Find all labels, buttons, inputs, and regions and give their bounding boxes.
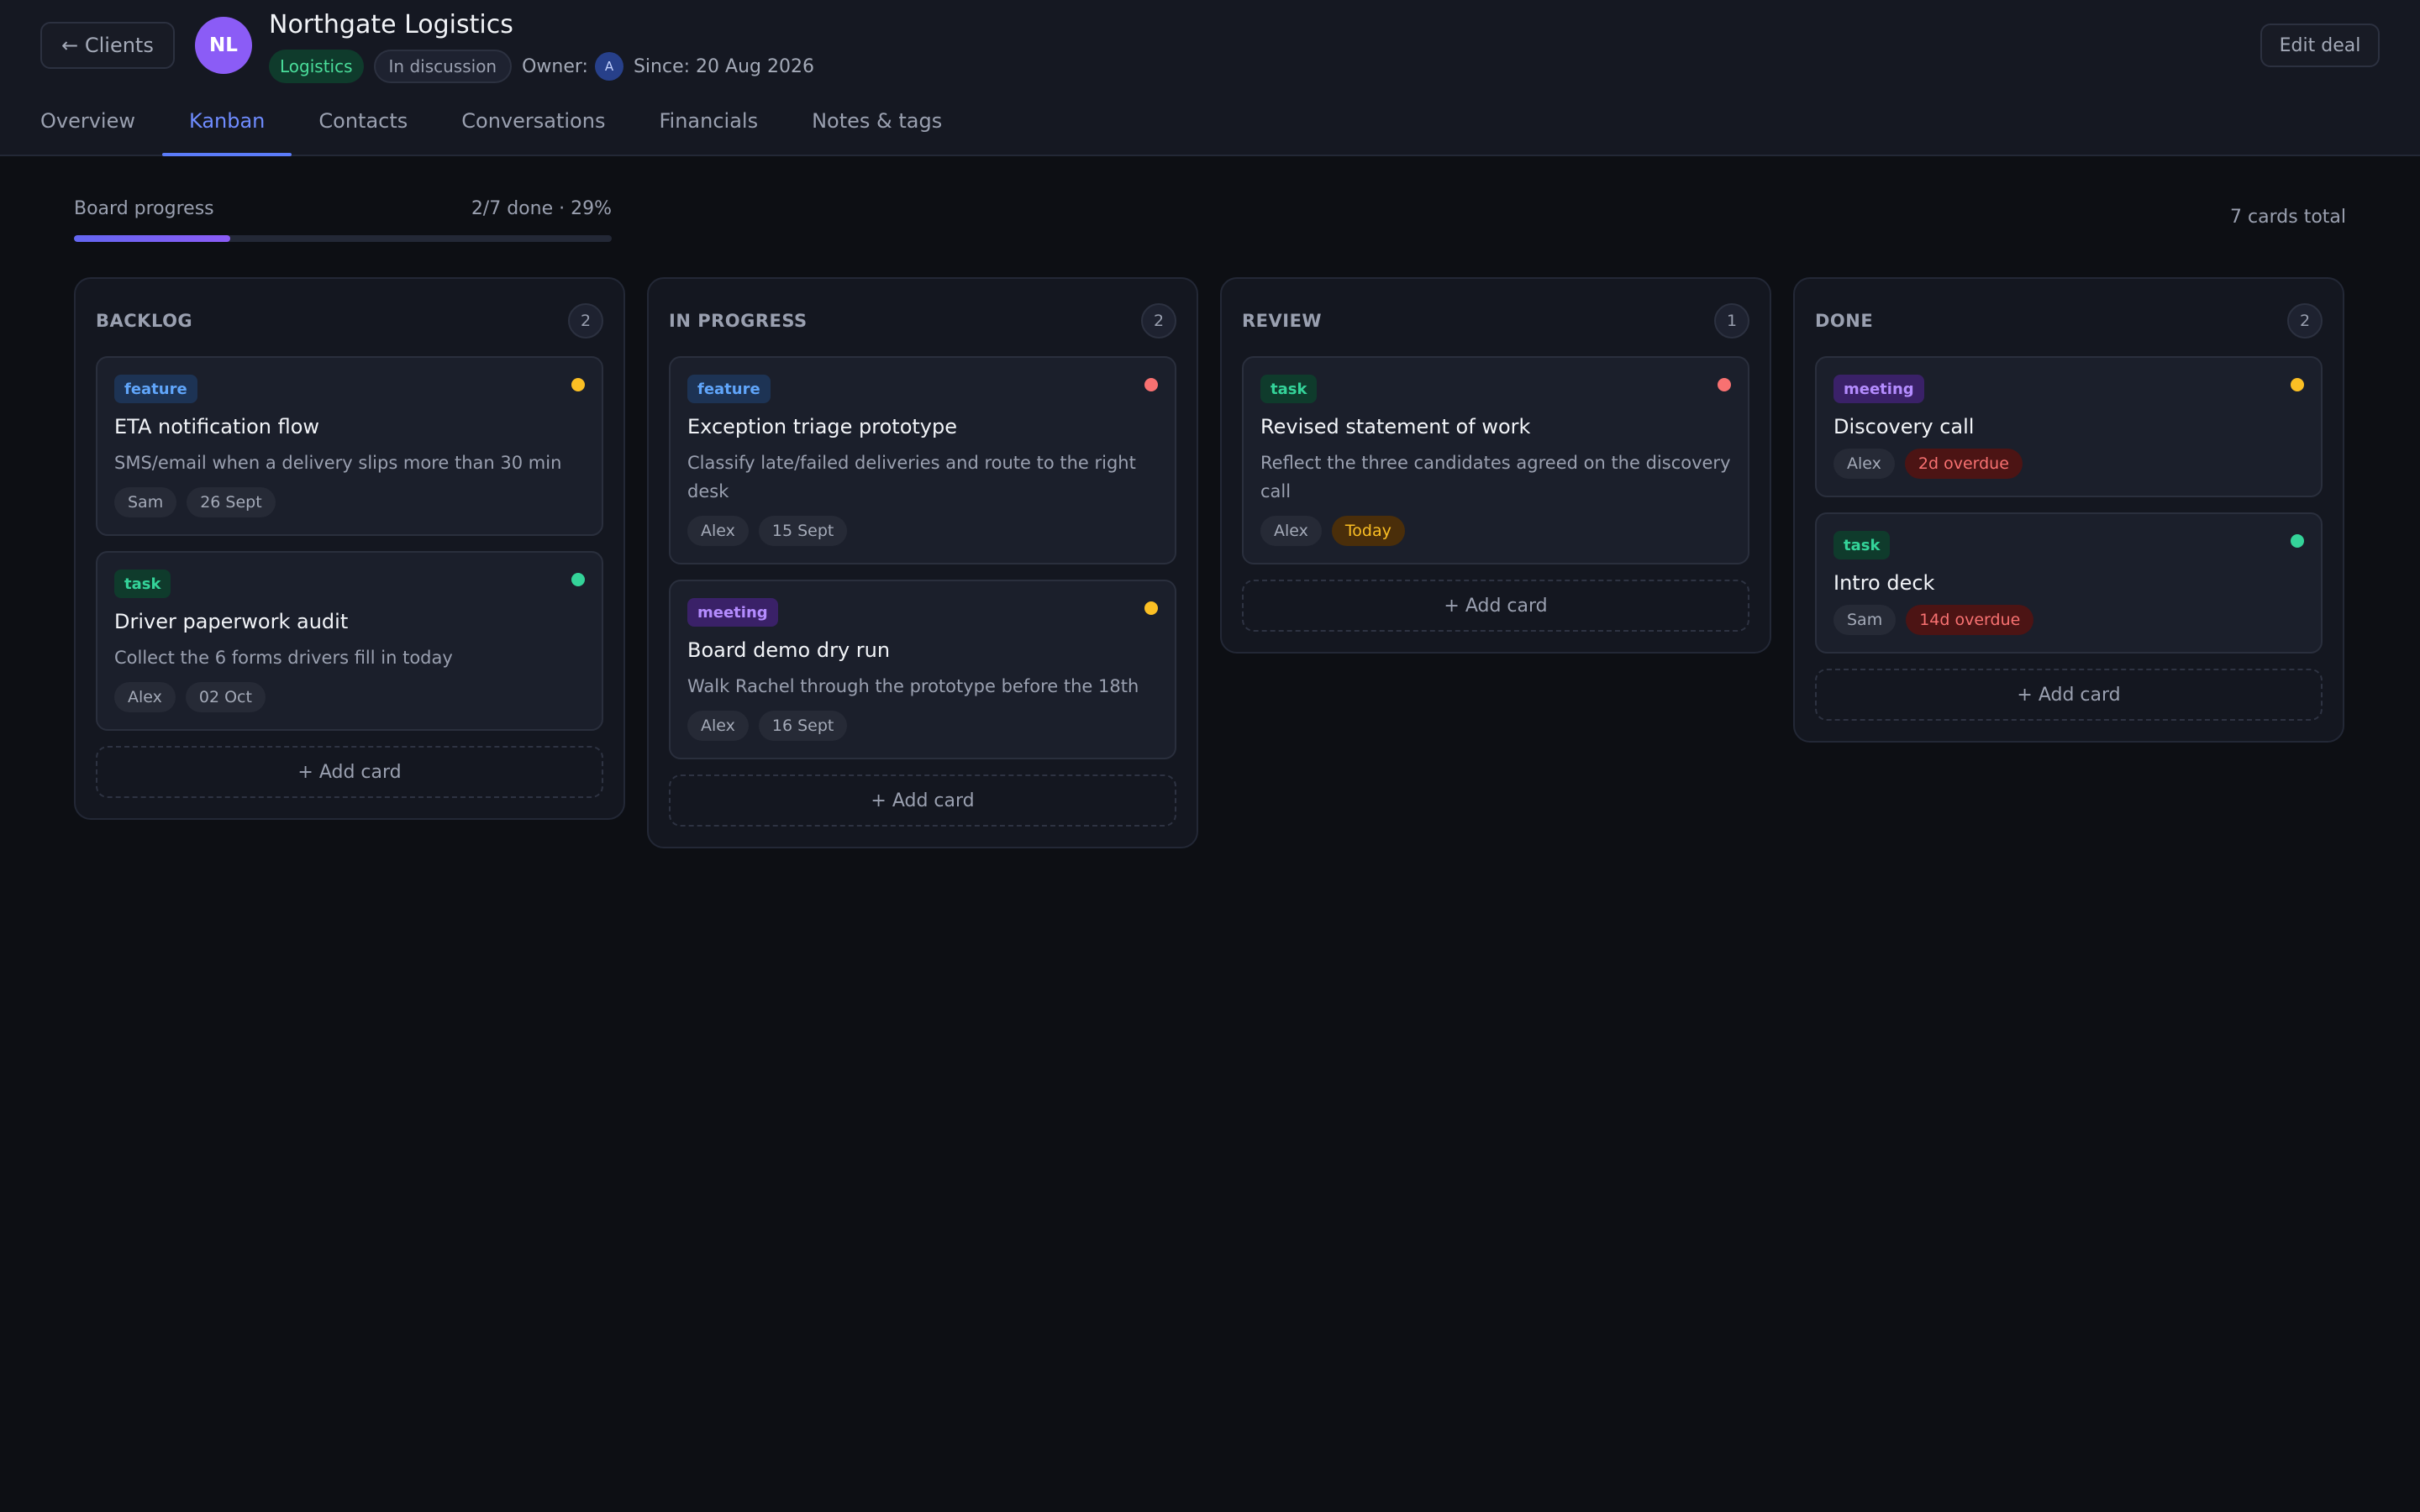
column-title: BACKLOG xyxy=(96,311,193,331)
column-header: REVIEW 1 xyxy=(1242,299,1749,343)
cards-total: 7 cards total xyxy=(2230,207,2346,228)
kanban-card[interactable]: meeting Board demo dry run Walk Rachel thr… xyxy=(669,580,1176,759)
assignee-chip: Alex xyxy=(687,711,749,741)
priority-dot-icon xyxy=(571,378,585,391)
card-type-tag: feature xyxy=(687,375,771,403)
card-type-tag: meeting xyxy=(687,598,778,627)
column-count-badge: 1 xyxy=(1714,303,1749,339)
card-meta: Alex 15 Sept xyxy=(687,516,1158,546)
card-description: Classify late/failed deliveries and rout… xyxy=(687,453,1136,501)
due-date-chip: 26 Sept xyxy=(187,487,276,517)
client-name: Northgate Logistics xyxy=(269,10,513,39)
column-header: BACKLOG 2 xyxy=(96,299,603,343)
tab-bar: Overview Kanban Contacts Conversations F… xyxy=(40,102,969,156)
kanban-card[interactable]: task Revised statement of work Reflect the… xyxy=(1242,356,1749,564)
kanban-card[interactable]: task Driver paperwork audit Collect the 6 … xyxy=(96,551,603,731)
card-meta: Alex 16 Sept xyxy=(687,711,1158,741)
add-card-button[interactable]: + Add card xyxy=(96,746,603,798)
add-card-button[interactable]: + Add card xyxy=(1242,580,1749,632)
card-title: Revised statement of work xyxy=(1260,415,1531,438)
priority-dot-icon xyxy=(2291,378,2304,391)
column-title: REVIEW xyxy=(1242,311,1323,331)
card-meta: Sam 26 Sept xyxy=(114,487,585,517)
card-description: Reflect the three candidates agreed on t… xyxy=(1260,453,1731,501)
assignee-chip: Sam xyxy=(114,487,177,517)
kanban-column: REVIEW 1 task Revised statement of work Refl… xyxy=(1220,277,1771,654)
column-title: DONE xyxy=(1815,311,1874,331)
column-header: IN PROGRESS 2 xyxy=(669,299,1176,343)
card-title: Discovery call xyxy=(1833,415,1975,438)
card-title: Intro deck xyxy=(1833,571,1935,595)
board-progress-label: Board progress xyxy=(74,198,214,219)
kanban-card[interactable]: feature ETA notification flow SMS/email wh… xyxy=(96,356,603,536)
card-type-tag: task xyxy=(1833,531,1891,559)
assignee-chip: Alex xyxy=(1260,516,1322,546)
board-progress-bar xyxy=(74,235,612,242)
card-meta: Alex 2d overdue xyxy=(1833,449,2304,479)
kanban-column: IN PROGRESS 2 feature Exception triage prot… xyxy=(647,277,1198,848)
priority-dot-icon xyxy=(2291,534,2304,548)
card-description: Collect the 6 forms drivers fill in toda… xyxy=(114,648,453,668)
column-title: IN PROGRESS xyxy=(669,311,808,331)
tab-notes-tags[interactable]: Notes & tags xyxy=(785,102,969,156)
assignee-chip: Alex xyxy=(114,682,176,712)
tab-kanban[interactable]: Kanban xyxy=(162,102,292,156)
board-progress-fill xyxy=(74,235,230,242)
column-count-badge: 2 xyxy=(568,303,603,339)
priority-dot-icon xyxy=(1144,378,1158,391)
card-meta: Alex 02 Oct xyxy=(114,682,585,712)
client-meta: Logistics In discussion Owner: A Since: … xyxy=(269,49,814,84)
tab-conversations[interactable]: Conversations xyxy=(434,102,632,156)
due-date-chip: 14d overdue xyxy=(1906,605,2034,635)
card-type-tag: meeting xyxy=(1833,375,1924,403)
kanban-card[interactable]: task Intro deck Sam 14d overdue xyxy=(1815,512,2323,654)
owner-label: Owner: xyxy=(522,55,588,77)
back-to-clients-button[interactable]: ← Clients xyxy=(40,22,175,69)
due-date-chip: Today xyxy=(1331,516,1405,546)
due-date-chip: 2d overdue xyxy=(1904,449,2023,479)
tab-financials[interactable]: Financials xyxy=(632,102,785,156)
card-type-tag: task xyxy=(114,570,171,598)
kanban-card[interactable]: meeting Discovery call Alex 2d overdue xyxy=(1815,356,2323,497)
card-title: Board demo dry run xyxy=(687,638,891,662)
kanban-card[interactable]: feature Exception triage prototype Classif… xyxy=(669,356,1176,564)
add-card-button[interactable]: + Add card xyxy=(1815,669,2323,721)
column-header: DONE 2 xyxy=(1815,299,2323,343)
board-progress-value: 2/7 done · 29% xyxy=(471,198,612,219)
assignee-chip: Sam xyxy=(1833,605,1897,635)
status-badge: In discussion xyxy=(373,50,513,83)
tab-contacts[interactable]: Contacts xyxy=(292,102,434,156)
card-title: Driver paperwork audit xyxy=(114,610,349,633)
column-count-badge: 2 xyxy=(1141,303,1176,339)
tab-overview[interactable]: Overview xyxy=(13,102,162,156)
priority-dot-icon xyxy=(571,573,585,586)
client-header: ← Clients NL Northgate Logistics Logisti… xyxy=(0,0,2420,156)
priority-dot-icon xyxy=(1718,378,1731,391)
priority-dot-icon xyxy=(1144,601,1158,615)
owner-info: Owner: A xyxy=(522,52,623,81)
add-card-button[interactable]: + Add card xyxy=(669,774,1176,827)
card-title: Exception triage prototype xyxy=(687,415,957,438)
card-title: ETA notification flow xyxy=(114,415,320,438)
card-description: SMS/email when a delivery slips more tha… xyxy=(114,453,562,473)
client-avatar: NL xyxy=(195,17,252,74)
industry-badge: Logistics xyxy=(269,50,364,83)
card-type-tag: feature xyxy=(114,375,197,403)
since-date: Since: 20 Aug 2026 xyxy=(633,55,814,77)
kanban-column: BACKLOG 2 feature ETA notification flow SMS/… xyxy=(74,277,625,820)
card-meta: Sam 14d overdue xyxy=(1833,605,2304,635)
kanban-column: DONE 2 meeting Discovery call Alex 2d overdue… xyxy=(1793,277,2344,743)
due-date-chip: 02 Oct xyxy=(185,682,266,712)
owner-avatar[interactable]: A xyxy=(594,52,623,81)
due-date-chip: 16 Sept xyxy=(758,711,848,741)
edit-deal-button[interactable]: Edit deal xyxy=(2260,24,2380,67)
card-type-tag: task xyxy=(1260,375,1318,403)
card-description: Walk Rachel through the prototype before… xyxy=(687,676,1139,696)
card-meta: Alex Today xyxy=(1260,516,1731,546)
column-count-badge: 2 xyxy=(2287,303,2323,339)
due-date-chip: 15 Sept xyxy=(758,516,848,546)
assignee-chip: Alex xyxy=(687,516,749,546)
assignee-chip: Alex xyxy=(1833,449,1895,479)
